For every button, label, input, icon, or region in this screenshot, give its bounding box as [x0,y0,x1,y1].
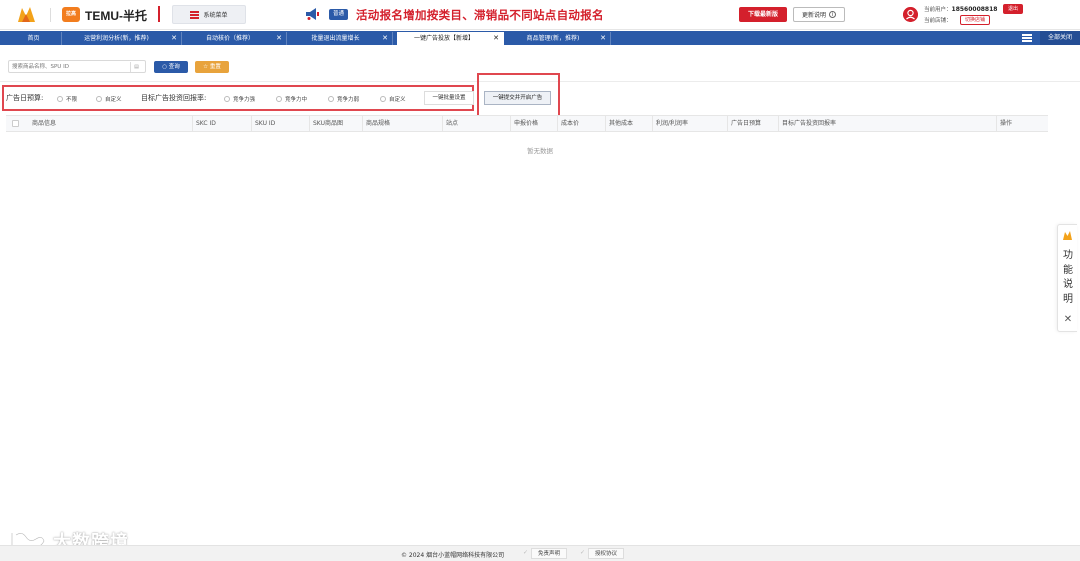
column-header: 申报价格 [510,116,538,131]
top-header: 拉高 TEMU-半托 系统菜单 普通 活动报名增加按类目、滞销品不同站点自动报名… [0,0,1080,30]
license-agreement-button[interactable]: 授权协议 [588,548,625,559]
column-header: SKU ID [251,116,275,131]
close-icon[interactable]: ✕ [382,32,388,45]
system-menu-label: 系统菜单 [203,12,228,19]
option-label: 竞争力中 [285,97,308,103]
option-label: 不限 [66,97,78,103]
column-header: 广告日预算 [727,116,761,131]
column-header: 目标广告投资回报率 [778,116,836,131]
calendar-icon[interactable]: ▤ [130,62,142,72]
reset-label: 重置 [209,64,221,70]
tab-batch-exit-traffic[interactable]: 批量退出流量增长 ✕ [291,32,393,45]
column-header: 其他成本 [605,116,633,131]
roi-option-strong[interactable]: 竞争力强 [224,95,255,103]
radio-icon[interactable] [328,96,334,102]
reset-icon: ☆ [203,64,210,70]
close-icon[interactable]: ✕ [171,32,177,45]
current-user-value: 18560008818 [951,6,998,13]
system-menu-button[interactable]: 系统菜单 [172,5,246,24]
roi-option-custom[interactable]: 自定义 [380,95,406,103]
megaphone-icon [306,8,319,20]
flame-logo-icon [1063,231,1072,240]
close-all-tabs-button[interactable]: 全部关闭 [1040,31,1080,45]
header-divider [50,8,51,22]
batch-settings-button[interactable]: 一键批量设置 [424,91,474,105]
temu-logo-icon: 拉高 [62,7,80,22]
notice-text[interactable]: 活动报名增加按类目、滞销品不同站点自动报名 [356,7,604,23]
radio-icon[interactable] [276,96,282,102]
column-header: 操作 [996,116,1012,131]
notice-badge: 普通 [329,9,349,20]
radio-icon[interactable] [57,96,63,102]
switch-store-button[interactable]: 切换店铺 [960,15,991,25]
column-header: 站点 [442,116,458,131]
roi-label: 目标广告投资回报率: [141,94,207,102]
radio-icon[interactable] [380,96,386,102]
tab-list-icon[interactable] [1022,34,1032,42]
reset-button[interactable]: ☆ 重置 [195,61,229,73]
budget-option-unlimited[interactable]: 不限 [57,95,77,103]
column-header: SKC ID [192,116,216,131]
tab-ad-placement[interactable]: 一键广告投放【新增】 ✕ [397,32,504,45]
table-header: 商品信息 SKC ID SKU ID SKU商品图 商品规格 站点 申报价格 成… [6,115,1048,132]
roi-option-medium[interactable]: 竞争力中 [276,95,307,103]
radio-icon[interactable] [224,96,230,102]
option-label: 竞争力弱 [337,97,360,103]
user-avatar-icon[interactable] [903,7,918,22]
current-user-label: 当前用户： [924,7,952,13]
tab-auto-pricing[interactable]: 自动核价（推荐） ✕ [186,32,287,45]
tab-bar: 首页 运营利润分析(新，推荐) ✕ 自动核价（推荐） ✕ 批量退出流量增长 ✕ … [0,31,1080,45]
feature-help-label: 功能说明 [1063,250,1073,305]
tab-label: 一键广告投放【新增】 [413,35,474,42]
submit-and-start-ads-button[interactable]: 一键提交并开启广告 [484,91,551,105]
column-header: 商品规格 [362,116,390,131]
check-icon: ✓ [523,549,529,556]
disclaimer-button[interactable]: 免责声明 [531,548,568,559]
header-red-divider [158,6,160,22]
app-title: TEMU-半托 [85,9,147,23]
app-logo-icon [18,7,35,22]
search-input[interactable] [12,62,122,72]
tab-label: 运营利润分析(新，推荐) [84,35,149,42]
close-icon[interactable]: ✕ [276,32,282,45]
budget-label: 广告日预算: [6,94,44,102]
list-icon [190,11,200,19]
current-store-label: 当前店铺： [924,18,952,24]
check-icon: ✓ [580,549,586,556]
empty-state: 暂无数据 [527,147,553,155]
query-button[interactable]: ○ 查询 [154,61,188,73]
column-header: 成本价 [557,116,579,131]
search-field[interactable]: ▤ [8,60,146,73]
update-notes-button[interactable]: 更新说明 i [793,7,845,22]
tab-label: 首页 [27,35,40,42]
copyright-text: © 2024 烟台小蓝帽网络科技有限公司 [401,552,505,559]
close-icon[interactable]: ✕ [493,32,499,45]
tab-product-management[interactable]: 商品管理(新，推荐) ✕ [508,32,611,45]
option-label: 竞争力强 [233,97,256,103]
tab-label: 自动核价（推荐） [205,35,254,42]
option-label: 自定义 [105,97,122,103]
close-icon[interactable]: ✕ [1062,314,1074,325]
column-header: 商品信息 [32,120,57,127]
tab-profit-analysis[interactable]: 运营利润分析(新，推荐) ✕ [64,32,182,45]
logout-button[interactable]: 退出 [1003,4,1023,14]
tab-label: 批量退出流量增长 [311,35,360,42]
tab-label: 商品管理(新，推荐) [526,35,580,42]
info-icon: i [829,11,836,18]
download-latest-button[interactable]: 下载最新版 [739,7,787,22]
option-label: 自定义 [389,97,406,103]
feature-help-tab[interactable]: 功能说明 ✕ [1057,224,1077,332]
tab-home[interactable]: 首页 [6,32,62,45]
select-all-checkbox[interactable] [12,120,19,127]
current-user: 当前用户：18560008818 [924,5,997,13]
column-header: SKU商品图 [309,116,343,131]
update-notes-label: 更新说明 [801,12,826,19]
radio-icon[interactable] [96,96,102,102]
budget-option-custom[interactable]: 自定义 [96,95,122,103]
column-header: 利润/利润率 [652,116,688,131]
query-label: 查询 [168,64,180,70]
footer: © 2024 烟台小蓝帽网络科技有限公司 ✓ 免责声明 ✓ 授权协议 [0,545,1080,561]
roi-option-weak[interactable]: 竞争力弱 [328,95,359,103]
close-icon[interactable]: ✕ [600,32,606,45]
